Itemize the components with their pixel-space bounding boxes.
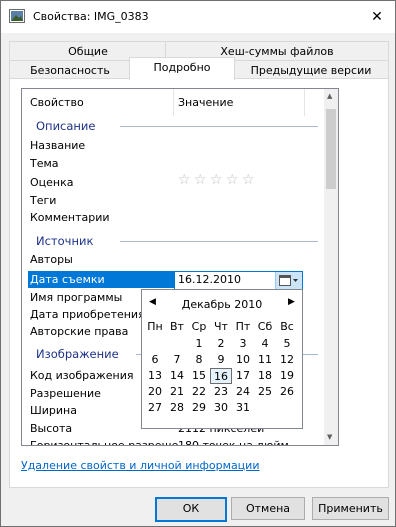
prop-comments[interactable]: Комментарии	[30, 209, 110, 226]
column-separator[interactable]	[304, 89, 305, 116]
tab-previous-versions[interactable]: Предыдущие версии	[233, 60, 389, 80]
calendar-day[interactable]: 24	[232, 384, 254, 400]
calendar-day[interactable]: 21	[166, 384, 188, 400]
group-divider	[120, 241, 318, 242]
column-separator[interactable]	[173, 89, 174, 116]
weekday-label: Ср	[191, 320, 207, 333]
calendar-day[interactable]: 1	[188, 336, 210, 352]
properties-window: Свойства: IMG_0383 ✕ Общие Хеш-суммы фай…	[0, 0, 396, 527]
calendar-day[interactable]: 25	[254, 384, 276, 400]
date-taken-value: 16.12.2010	[178, 273, 241, 286]
title-bar: Свойства: IMG_0383 ✕	[1, 1, 395, 33]
scroll-up-icon[interactable]: ▲	[327, 92, 332, 100]
tab-details[interactable]: Подробно	[129, 57, 235, 80]
calendar-day[interactable]: 13	[144, 368, 166, 384]
hres-value: 180 точек на дюйм	[178, 439, 289, 446]
prop-program-name[interactable]: Имя программы	[30, 289, 122, 306]
remove-properties-link[interactable]: Удаление свойств и личной информации	[21, 459, 259, 472]
calendar-day[interactable]: 8	[188, 352, 210, 368]
calendar-day[interactable]: 19	[276, 368, 298, 384]
cancel-button[interactable]: Отмена	[231, 497, 305, 520]
calendar-day[interactable]: 29	[188, 400, 210, 416]
prop-date-acquired[interactable]: Дата приобретения	[30, 306, 145, 323]
calendar-day[interactable]: 18	[254, 368, 276, 384]
prop-name[interactable]: Название	[30, 137, 85, 154]
calendar-day[interactable]: 4	[254, 336, 276, 352]
calendar-day[interactable]: 12	[276, 352, 298, 368]
weekday-label: Пт	[235, 320, 251, 333]
calendar-day[interactable]: 9	[210, 352, 232, 368]
calendar-day[interactable]: 15	[188, 368, 210, 384]
prop-authors[interactable]: Авторы	[30, 251, 73, 268]
star-icon[interactable]: ☆	[178, 172, 191, 188]
column-header-property[interactable]: Свойство	[30, 89, 84, 116]
prop-horizontal-resolution[interactable]: Горизонтальное разреше...	[30, 437, 189, 445]
calendar-dropdown-button[interactable]	[275, 272, 302, 289]
tab-security[interactable]: Безопасность	[9, 60, 131, 80]
calendar-day[interactable]: 10	[232, 352, 254, 368]
star-icon[interactable]: ☆	[210, 172, 223, 188]
prop-theme[interactable]: Тема	[30, 155, 59, 172]
calendar-day-selected[interactable]: 16	[210, 368, 232, 384]
prop-width[interactable]: Ширина	[30, 402, 77, 419]
scrollbar-thumb[interactable]	[326, 109, 336, 189]
prop-resolution[interactable]: Разрешение	[30, 385, 101, 402]
calendar-day[interactable]: 3	[232, 336, 254, 352]
star-icon[interactable]: ☆	[194, 172, 207, 188]
calendar-day[interactable]: 6	[144, 352, 166, 368]
calendar-day[interactable]: 30	[210, 400, 232, 416]
calendar-day[interactable]: 5	[276, 336, 298, 352]
date-taken-field[interactable]: 16.12.2010	[174, 271, 303, 290]
calendar-day[interactable]: 27	[144, 400, 166, 416]
calendar-day[interactable]: 31	[232, 400, 254, 416]
prop-date-taken[interactable]: Дата съемки	[30, 271, 105, 288]
weekday-label: Вс	[280, 320, 294, 333]
calendar-day[interactable]: 20	[144, 384, 166, 400]
apply-button[interactable]: Применить	[312, 497, 389, 520]
weekday-label: Вт	[170, 320, 184, 333]
calendar-day[interactable]: 26	[276, 384, 298, 400]
weekday-label: Пн	[147, 320, 163, 333]
group-divider	[120, 126, 318, 127]
prop-rating[interactable]: Оценка	[30, 174, 74, 191]
window-title: Свойства: IMG_0383	[33, 10, 149, 23]
prop-tags[interactable]: Теги	[30, 192, 56, 209]
ok-button[interactable]: ОК	[155, 497, 227, 522]
calendar-day[interactable]: 17	[232, 368, 254, 384]
calendar-month-title[interactable]: Декабрь 2010	[142, 298, 302, 311]
close-icon: ✕	[371, 9, 383, 25]
prop-copyright[interactable]: Авторские права	[30, 323, 128, 340]
scroll-down-icon[interactable]: ▼	[327, 433, 332, 441]
star-icon[interactable]: ☆	[242, 172, 255, 188]
weekday-label: Чт	[214, 320, 228, 333]
prop-height[interactable]: Высота	[30, 420, 72, 437]
calendar-day[interactable]: 23	[210, 384, 232, 400]
image-file-icon	[9, 9, 25, 23]
column-header-value[interactable]: Значение	[178, 89, 233, 116]
group-image: Изображение	[36, 347, 119, 361]
close-button[interactable]: ✕	[359, 1, 395, 33]
calendar-day[interactable]: 22	[188, 384, 210, 400]
weekday-label: Сб	[257, 320, 273, 333]
prop-image-id[interactable]: Код изображения	[30, 367, 134, 384]
next-month-icon[interactable]: ▶	[288, 297, 295, 307]
star-icon[interactable]: ☆	[226, 172, 239, 188]
vertical-scrollbar[interactable]: ▲ ▼	[324, 89, 338, 445]
calendar-day[interactable]: 14	[166, 368, 188, 384]
calendar-day[interactable]: 28	[166, 400, 188, 416]
calendar-icon	[279, 275, 298, 286]
group-source: Источник	[36, 234, 94, 248]
calendar-popup: ◀ Декабрь 2010 ▶ Пн Вт Ср Чт Пт Сб Вс 12345678…	[141, 289, 303, 429]
calendar-day[interactable]: 7	[166, 352, 188, 368]
calendar-day[interactable]: 2	[210, 336, 232, 352]
group-description: Описание	[36, 119, 96, 133]
calendar-day[interactable]: 11	[254, 352, 276, 368]
